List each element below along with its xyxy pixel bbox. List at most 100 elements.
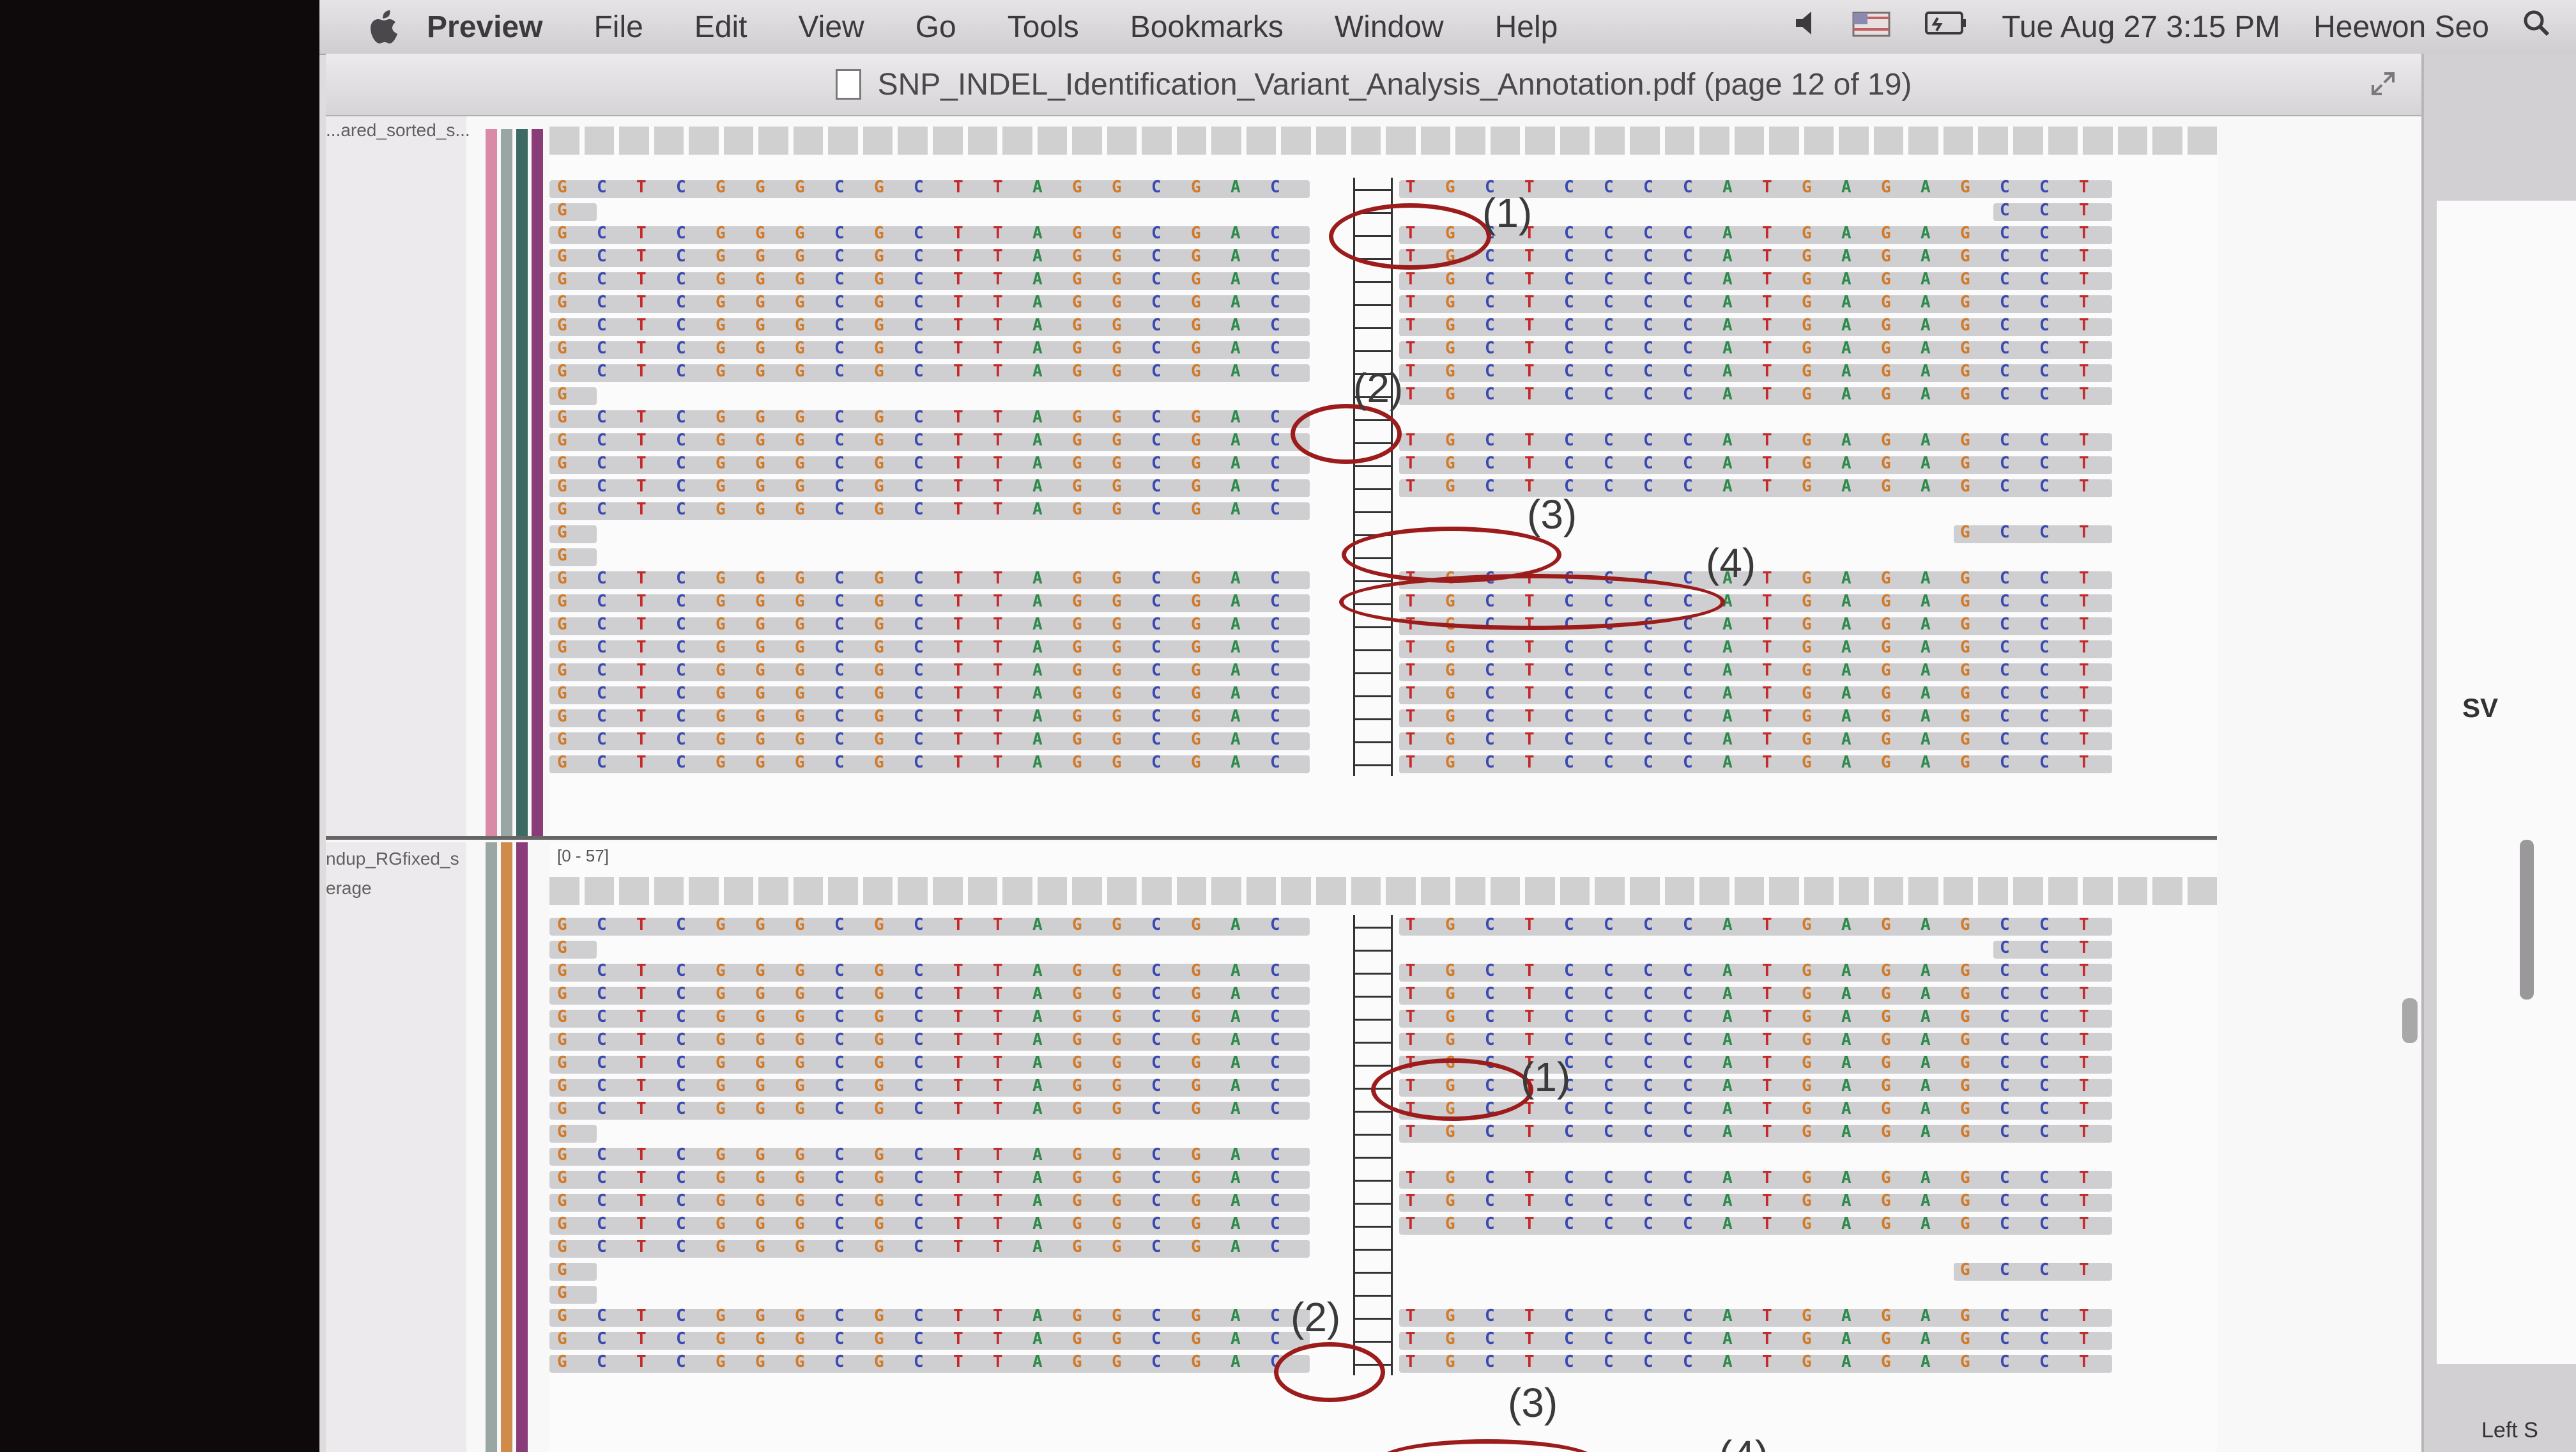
base-call: G [1445,961,1455,980]
menu-go[interactable]: Go [916,10,956,45]
menu-bookmarks[interactable]: Bookmarks [1130,10,1284,45]
background-window-scrollbar[interactable] [2520,840,2534,1000]
base-call: G [557,385,567,404]
menu-edit[interactable]: Edit [694,10,747,45]
base-call: A [1032,1053,1043,1072]
volume-icon[interactable] [1793,9,1819,45]
menu-tools[interactable]: Tools [1008,10,1079,45]
base-call: T [1406,661,1416,680]
base-call: C [1270,1191,1280,1210]
base-call: C [2039,178,2050,197]
spotlight-icon[interactable] [2522,9,2550,45]
pdf-page[interactable]: ...ared_sorted_s... GCTCGGGCGCTTAGGCGACT… [326,116,2421,1452]
base-call: G [795,592,805,611]
base-call: G [874,1145,884,1164]
base-call: T [993,753,1003,772]
base-call: T [636,915,647,934]
base-call: T [953,270,963,289]
base-call: A [1841,1306,1851,1325]
base-call: C [1151,339,1162,358]
menubar-user[interactable]: Heewon Seo [2313,10,2489,45]
flag-icon[interactable] [1852,10,1890,45]
menu-help[interactable]: Help [1495,10,1558,45]
base-call: G [1881,1122,1891,1141]
base-call: G [1072,1352,1082,1371]
base-call: T [2079,984,2089,1003]
base-call: G [874,1352,884,1371]
base-call: C [1643,362,1653,381]
menu-window[interactable]: Window [1335,10,1444,45]
base-call: C [834,362,845,381]
base-call: G [1802,1076,1812,1095]
base-call: C [597,1306,607,1325]
base-call: G [1960,569,1970,588]
base-call: T [636,362,647,381]
base-call: C [834,1191,845,1210]
base-call: A [1230,1145,1241,1164]
base-call: G [1112,1306,1122,1325]
base-call: A [1722,730,1733,749]
base-call: T [636,592,647,611]
base-call: C [834,454,845,473]
base-call: T [993,1145,1003,1164]
annotation-label-4: (4) [1706,540,1756,586]
screen: Preview File Edit View Go Tools Bookmark… [319,0,2576,1452]
apple-menu-icon[interactable] [369,10,408,43]
base-call: C [1151,1030,1162,1049]
base-call: C [2039,569,2050,588]
base-call: C [2000,1076,2010,1095]
base-call: G [795,661,805,680]
vertical-scrollbar[interactable] [2402,998,2418,1043]
base-call: G [1802,178,1812,197]
base-call: C [1270,1076,1280,1095]
menu-file[interactable]: File [594,10,643,45]
fullscreen-icon[interactable] [2370,69,2396,95]
base-call: A [1841,385,1851,404]
base-call: C [834,1352,845,1371]
base-call: C [914,753,924,772]
base-call: G [795,1352,805,1371]
base-call: C [834,707,845,726]
base-call: G [874,1329,884,1348]
insertion-tick [1355,1203,1391,1205]
base-call: G [557,1007,567,1026]
base-call: A [1230,1352,1241,1371]
base-call: C [2039,362,2050,381]
base-call: C [597,684,607,703]
menubar-datetime[interactable]: Tue Aug 27 3:15 PM [2002,10,2280,45]
base-call: A [1920,270,1931,289]
base-call: T [1762,1030,1772,1049]
base-call: C [597,707,607,726]
base-call: C [2039,684,2050,703]
window-titlebar[interactable]: SNP_INDEL_Identification_Variant_Analysi… [326,54,2421,116]
base-call: A [1920,431,1931,450]
base-call: G [557,569,567,588]
panel-divider[interactable] [326,836,2217,840]
base-call: T [953,661,963,680]
base-call: C [2000,454,2010,473]
base-call: T [1524,362,1535,381]
base-call: G [1960,730,1970,749]
base-call: T [2079,938,2089,957]
base-call: G [1072,454,1082,473]
insertion-tick [1355,1226,1391,1228]
base-call: C [1151,1168,1162,1187]
base-call: T [993,408,1003,427]
base-call: C [2000,1053,2010,1072]
base-call: C [914,293,924,312]
battery-icon[interactable] [1924,9,1968,45]
menu-preview[interactable]: Preview [427,10,542,45]
base-call: G [1112,1237,1122,1256]
base-call: T [993,592,1003,611]
base-call: C [834,293,845,312]
base-call: G [1072,477,1082,496]
base-call: C [1485,247,1495,266]
base-call: G [1072,1030,1082,1049]
base-call: T [1406,961,1416,980]
base-call: C [676,178,686,197]
base-call: C [2039,915,2050,934]
base-call: G [755,615,765,634]
base-call: G [1112,1007,1122,1026]
menu-view[interactable]: View [799,10,864,45]
base-call: C [676,1214,686,1233]
